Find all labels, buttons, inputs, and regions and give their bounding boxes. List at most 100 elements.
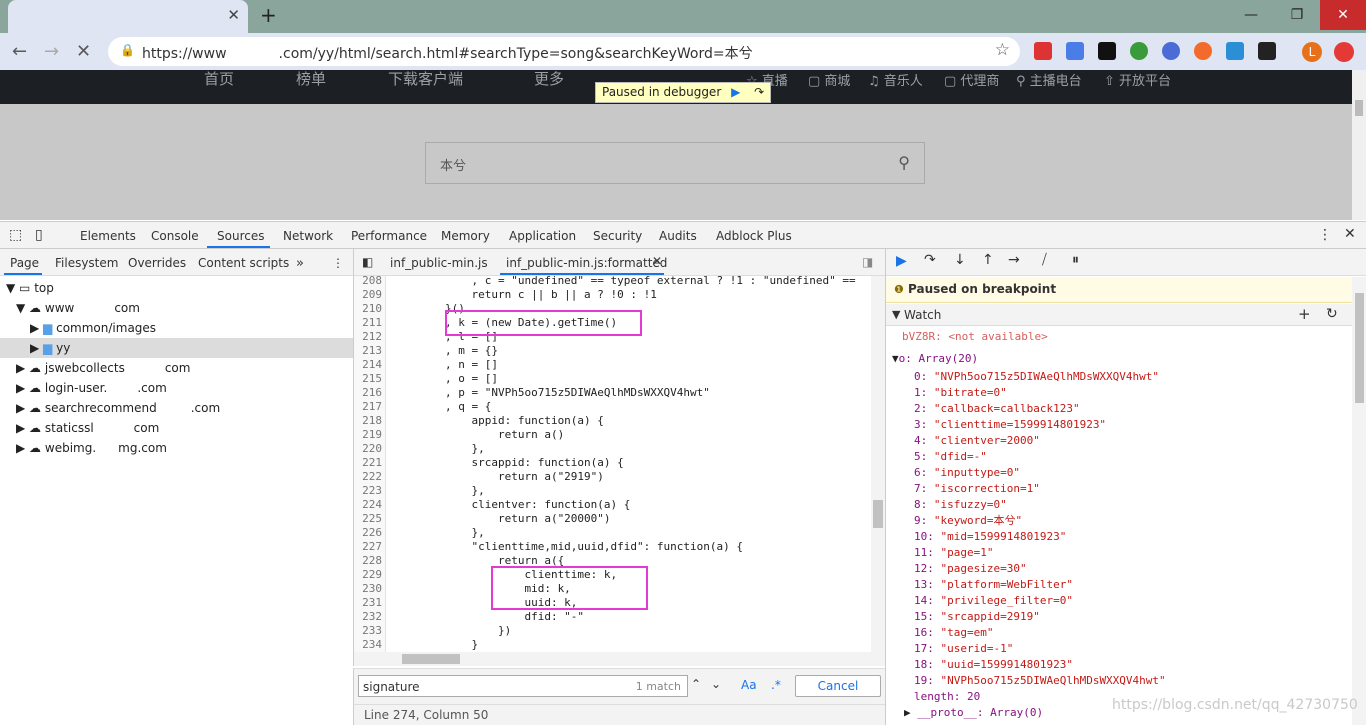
tree-node-top[interactable]: ▼ ▭ top	[6, 278, 54, 298]
code-line: return a("20000")	[392, 512, 611, 525]
site-search-input[interactable]: 本兮 ⚲	[425, 142, 925, 184]
translate-icon[interactable]	[1066, 42, 1084, 60]
tree-node-folder[interactable]: ▶ ▆ common/images	[30, 318, 156, 338]
editor-tab-active[interactable]: inf_public-min.js:formatted	[506, 256, 667, 270]
tab-elements[interactable]: Elements	[80, 229, 136, 243]
nav-shop[interactable]: ▢ 商城	[808, 70, 850, 89]
tree-node-domain[interactable]: ▶ ☁ staticssl com	[16, 418, 159, 438]
tree-node-domain[interactable]: ▼ ☁ www com	[16, 298, 140, 318]
add-watch-icon[interactable]: +	[1298, 305, 1311, 323]
profile-avatar[interactable]: L	[1302, 42, 1322, 62]
tab-performance[interactable]: Performance	[351, 229, 427, 243]
subtab-content-scripts[interactable]: Content scripts	[198, 256, 289, 270]
step-over-icon[interactable]: ↷	[924, 252, 936, 268]
tree-node-domain[interactable]: ▶ ☁ webimg. mg.com	[16, 438, 167, 458]
refresh-icon[interactable]: ↻	[1326, 306, 1338, 322]
nav-more[interactable]: 更多	[534, 68, 564, 89]
new-tab-button[interactable]: +	[260, 3, 277, 27]
find-count: 1 match	[635, 680, 681, 693]
extension-icon[interactable]	[1258, 42, 1276, 60]
minimize-button[interactable]: —	[1228, 0, 1274, 30]
step-over-icon[interactable]: ↷	[754, 85, 764, 99]
page-scrollbar[interactable]	[1352, 70, 1366, 220]
tree-node-domain[interactable]: ▶ ☁ login-user. .com	[16, 378, 167, 398]
tab-application[interactable]: Application	[509, 229, 576, 243]
step-into-icon[interactable]: ↓	[954, 252, 966, 268]
extension-icon[interactable]	[1098, 42, 1116, 60]
find-input[interactable]: signature 1 match	[358, 675, 688, 697]
subtab-filesystem[interactable]: Filesystem	[55, 256, 118, 270]
tab-adblock-plus[interactable]: Adblock Plus	[716, 229, 792, 243]
resume-icon[interactable]: ▶	[896, 253, 907, 269]
tree-node-domain[interactable]: ▶ ☁ searchrecommend .com	[16, 398, 220, 418]
code-editor[interactable]: 208 209 210 211 212 213 214 215 216 217 218 219 220 2…	[353, 276, 885, 652]
tab-audits[interactable]: Audits	[659, 229, 697, 243]
paused-status: ❶ Paused on breakpoint	[886, 277, 1352, 303]
subtab-page[interactable]: Page	[10, 256, 39, 270]
find-prev-icon[interactable]: ⌃	[691, 677, 701, 691]
nav-download[interactable]: 下载客户端	[388, 68, 463, 89]
browser-tab[interactable]: ✕	[8, 0, 248, 33]
code-line: dfid: "-"	[392, 610, 585, 623]
step-icon[interactable]: →	[1008, 252, 1020, 268]
bookmark-star-icon[interactable]: ☆	[995, 40, 1010, 60]
find-query: signature	[363, 680, 420, 694]
subtab-overrides[interactable]: Overrides	[128, 256, 186, 270]
toggle-navigator-icon[interactable]: ◧	[362, 255, 373, 269]
tab-network[interactable]: Network	[283, 229, 333, 243]
extension-icon[interactable]	[1162, 42, 1180, 60]
inspect-icon[interactable]: ⬚	[9, 227, 22, 243]
resume-icon[interactable]: ▶	[731, 85, 740, 99]
nav-charts[interactable]: 榜单	[296, 68, 326, 89]
close-devtools-icon[interactable]: ✕	[1344, 226, 1356, 242]
regex-toggle[interactable]: .*	[771, 678, 781, 692]
close-window-button[interactable]: ✕	[1320, 0, 1366, 30]
sidebar-scrollbar[interactable]	[1352, 277, 1366, 725]
tree-node-domain[interactable]: ▶ ☁ jswebcollects com	[16, 358, 190, 378]
tab-sources[interactable]: Sources	[217, 229, 264, 243]
cloud-icon: ☁	[29, 421, 42, 435]
adblock-icon[interactable]	[1034, 42, 1052, 60]
horizontal-scrollbar[interactable]	[353, 652, 885, 666]
nav-home[interactable]: 首页	[204, 68, 234, 89]
pause-on-exceptions-icon[interactable]: ⏸	[1072, 252, 1079, 268]
watch-array-item: 9: "keyword=本兮"	[914, 514, 1023, 527]
code-scrollbar[interactable]	[871, 276, 885, 652]
step-out-icon[interactable]: ↑	[982, 252, 994, 268]
tree-node-folder-selected[interactable]: ▶ ▆ yy	[30, 338, 70, 358]
search-value: 本兮	[440, 159, 467, 174]
tab-security[interactable]: Security	[593, 229, 642, 243]
cancel-button[interactable]: Cancel	[795, 675, 881, 697]
more-tabs-icon[interactable]: »	[296, 256, 304, 271]
device-toolbar-icon[interactable]: ▯	[35, 227, 43, 243]
tab-console[interactable]: Console	[151, 229, 199, 243]
match-case-toggle[interactable]: Aa	[741, 678, 757, 692]
address-bar[interactable]: 🔒 https://www .com/yy/html/search.html#se…	[108, 37, 1020, 66]
nav-open-platform[interactable]: ⇧ 开放平台	[1104, 70, 1171, 89]
editor-tab[interactable]: inf_public-min.js	[390, 256, 488, 270]
nav-musician[interactable]: ♫ 音乐人	[868, 70, 923, 89]
forward-icon[interactable]: →	[44, 41, 59, 62]
update-icon[interactable]	[1334, 42, 1354, 62]
close-tab-icon[interactable]: ✕	[652, 254, 662, 268]
nav-agent[interactable]: ▢ 代理商	[944, 70, 999, 89]
more-options-icon[interactable]: ⋮	[1318, 227, 1332, 243]
more-options-icon[interactable]: ⋮	[332, 256, 344, 270]
restore-button[interactable]: ❐	[1274, 0, 1320, 30]
tab-memory[interactable]: Memory	[441, 229, 490, 243]
stop-icon[interactable]: ✕	[76, 41, 91, 62]
toggle-debugger-icon[interactable]: ◨	[862, 255, 873, 269]
close-tab-icon[interactable]: ✕	[227, 6, 240, 24]
extension-icon[interactable]	[1226, 42, 1244, 60]
extension-icon[interactable]	[1130, 42, 1148, 60]
array-proto[interactable]: ▶ __proto__: Array(0)	[904, 705, 1043, 721]
extension-icon[interactable]	[1194, 42, 1212, 60]
deactivate-breakpoints-icon[interactable]: ⧸	[1042, 252, 1047, 268]
find-next-icon[interactable]: ⌄	[711, 677, 721, 691]
search-icon[interactable]: ⚲	[898, 153, 910, 172]
nav-radio[interactable]: ⚲ 主播电台	[1016, 70, 1082, 89]
back-icon[interactable]: ←	[12, 41, 27, 62]
editor-tabs: ◧ inf_public-min.js inf_public-min.js:fo…	[353, 249, 885, 276]
watch-expression-array[interactable]: ▼o: Array(20)	[892, 351, 978, 367]
watch-header[interactable]: ▼ Watch + ↻	[886, 304, 1352, 326]
